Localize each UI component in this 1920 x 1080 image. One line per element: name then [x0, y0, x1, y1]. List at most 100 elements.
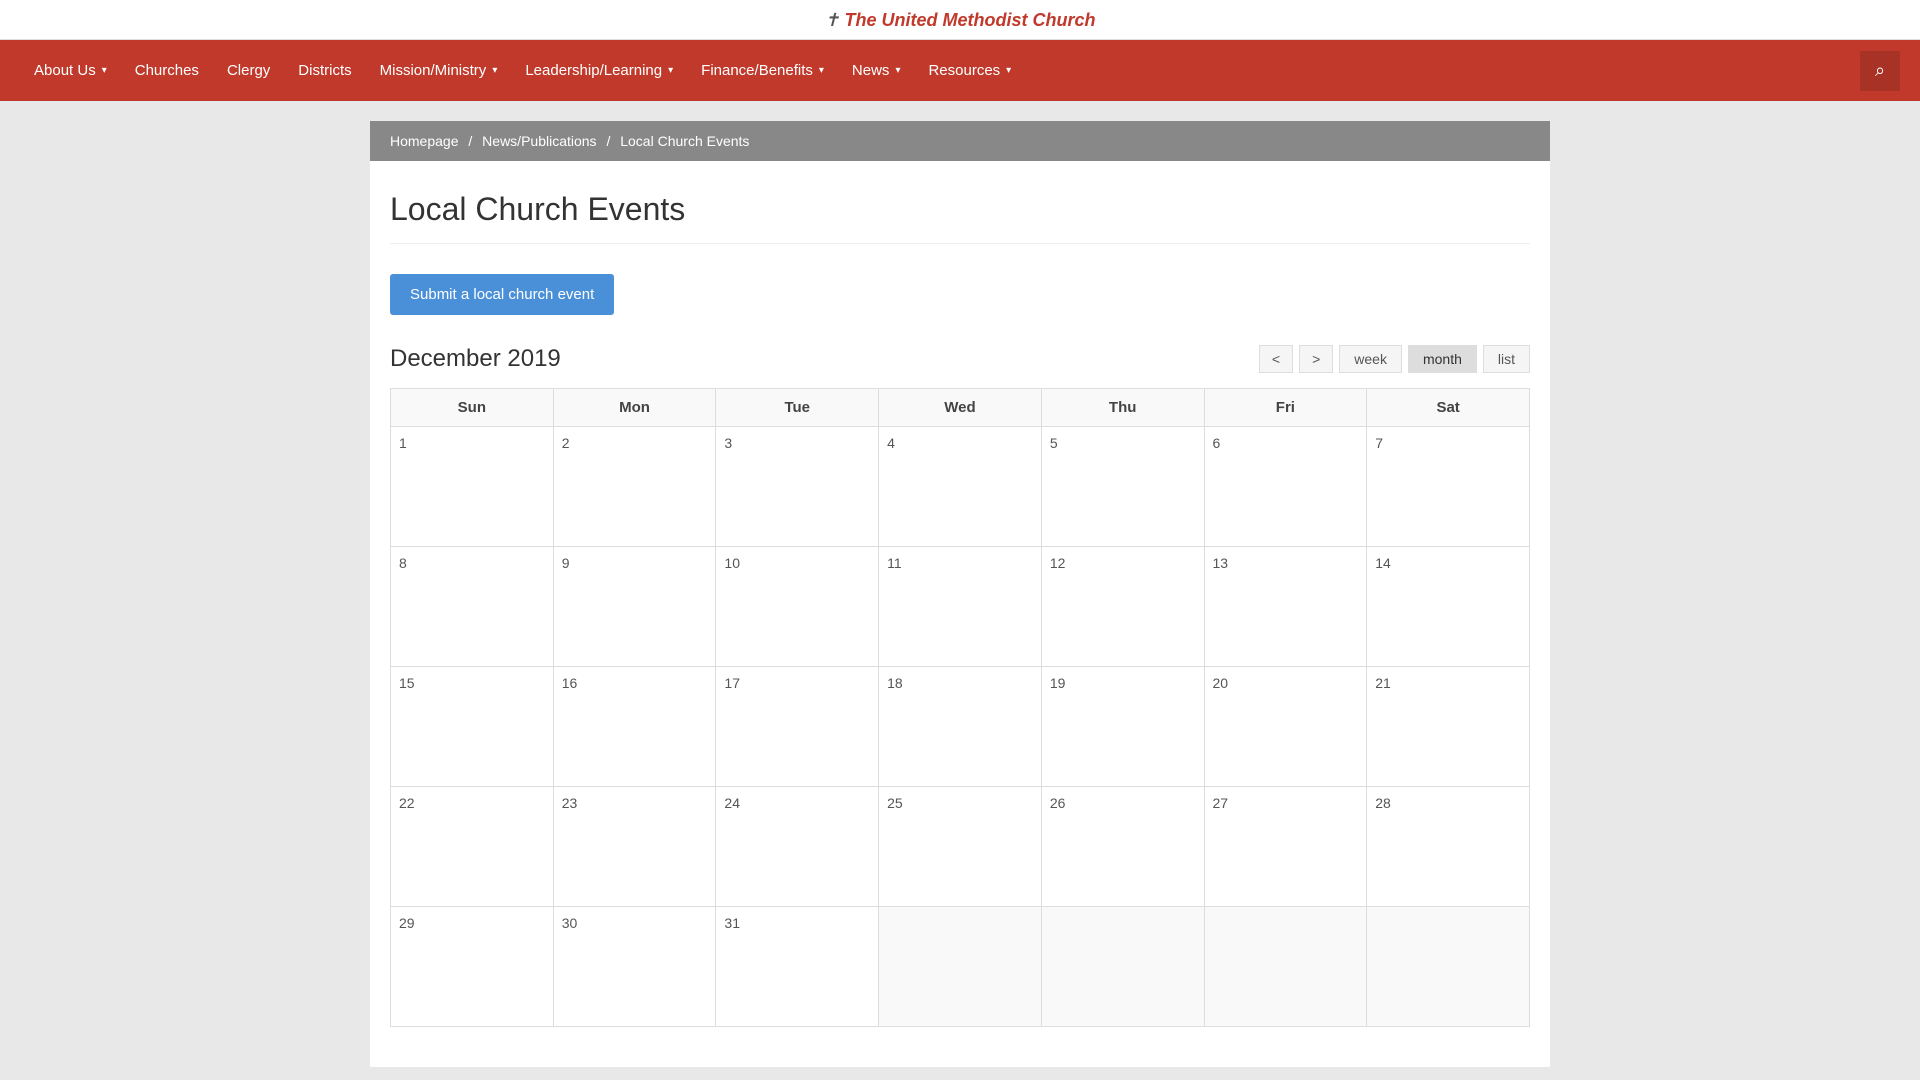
calendar-week-row-0: 1 234 567 — [391, 427, 1530, 547]
calendar-day-12[interactable]: 12 — [1041, 547, 1204, 667]
dropdown-caret-icon: ▾ — [492, 65, 497, 76]
day-number: 17 — [724, 675, 870, 691]
nav-link-clergy[interactable]: Clergy — [213, 40, 284, 101]
dropdown-caret-icon: ▾ — [102, 65, 107, 76]
day-number: 2 — [562, 435, 708, 451]
main-navigation: About Us▾ChurchesClergyDistrictsMission/… — [0, 40, 1920, 101]
day-number: 14 — [1375, 555, 1521, 571]
calendar-day-11[interactable]: 11 — [879, 547, 1042, 667]
day-number: 22 — [399, 795, 545, 811]
calendar-day-30[interactable]: 30 — [553, 907, 716, 1027]
calendar-day-17[interactable]: 17 — [716, 667, 879, 787]
calendar-day-19[interactable]: 19 — [1041, 667, 1204, 787]
calendar-day-14[interactable]: 14 — [1367, 547, 1530, 667]
calendar-week-view-button[interactable]: week — [1339, 345, 1402, 373]
submit-event-button[interactable]: Submit a local church event — [390, 274, 614, 315]
nav-link-churches[interactable]: Churches — [121, 40, 213, 101]
nav-item-leadershiplearning[interactable]: Leadership/Learning▾ — [511, 40, 687, 101]
calendar-day-6[interactable]: 6 — [1204, 427, 1367, 547]
day-number: 10 — [724, 555, 870, 571]
calendar-day-22[interactable]: 22 — [391, 787, 554, 907]
calendar-month-view-button[interactable]: month — [1408, 345, 1477, 373]
dropdown-caret-icon: ▾ — [819, 65, 824, 76]
breadcrumb-link-0[interactable]: Homepage — [390, 133, 459, 149]
day-number: 20 — [1213, 675, 1359, 691]
site-header: ✝ The United Methodist Church — [0, 0, 1920, 40]
day-number: 8 — [399, 555, 545, 571]
calendar-day-7[interactable]: 7 — [1367, 427, 1530, 547]
calendar-day-8[interactable]: 8 — [391, 547, 554, 667]
nav-item-news[interactable]: News▾ — [838, 40, 915, 101]
nav-item-aboutus[interactable]: About Us▾ — [20, 40, 121, 101]
nav-item-districts[interactable]: Districts — [284, 40, 365, 101]
calendar-day-3[interactable]: 3 — [716, 427, 879, 547]
nav-item-missionministry[interactable]: Mission/Ministry▾ — [366, 40, 512, 101]
nav-link-aboutus[interactable]: About Us▾ — [20, 40, 121, 101]
calendar-day-23[interactable]: 23 — [553, 787, 716, 907]
calendar-day-9[interactable]: 9 — [553, 547, 716, 667]
calendar-week-row-2: 15 16 17 1819 20 21 — [391, 667, 1530, 787]
day-number: 25 — [887, 795, 1033, 811]
calendar-header: December 2019 < > week month list — [390, 345, 1530, 373]
nav-item-churches[interactable]: Churches — [121, 40, 213, 101]
day-number: 27 — [1213, 795, 1359, 811]
calendar-day-20[interactable]: 20 — [1204, 667, 1367, 787]
nav-item-financebenefits[interactable]: Finance/Benefits▾ — [687, 40, 838, 101]
calendar-day-25[interactable]: 25 — [879, 787, 1042, 907]
nav-link-districts[interactable]: Districts — [284, 40, 365, 101]
calendar-week-row-1: 89 10 1112 13 14 — [391, 547, 1530, 667]
calendar-next-button[interactable]: > — [1299, 345, 1333, 373]
calendar-day-26[interactable]: 26 — [1041, 787, 1204, 907]
nav-list: About Us▾ChurchesClergyDistrictsMission/… — [20, 40, 1025, 101]
calendar-month-year: December 2019 — [390, 345, 561, 373]
breadcrumb-link-1[interactable]: News/Publications — [482, 133, 596, 149]
nav-link-missionministry[interactable]: Mission/Ministry▾ — [366, 40, 512, 101]
dropdown-caret-icon: ▾ — [1006, 65, 1011, 76]
calendar-empty-cell — [879, 907, 1042, 1027]
breadcrumb: Homepage / News/Publications / Local Chu… — [370, 121, 1550, 161]
breadcrumb-separator: / — [603, 133, 615, 149]
calendar-day-24[interactable]: 24 — [716, 787, 879, 907]
nav-link-financebenefits[interactable]: Finance/Benefits▾ — [687, 40, 838, 101]
nav-item-resources[interactable]: Resources▾ — [914, 40, 1025, 101]
calendar-list-view-button[interactable]: list — [1483, 345, 1530, 373]
nav-link-news[interactable]: News▾ — [838, 40, 915, 101]
calendar-day-21[interactable]: 21 — [1367, 667, 1530, 787]
calendar-day-18[interactable]: 18 — [879, 667, 1042, 787]
calendar-day-2[interactable]: 2 — [553, 427, 716, 547]
calendar-empty-cell — [1367, 907, 1530, 1027]
breadcrumb-link-2[interactable]: Local Church Events — [620, 133, 749, 149]
calendar-day-28[interactable]: 28 — [1367, 787, 1530, 907]
calendar-day-13[interactable]: 13 — [1204, 547, 1367, 667]
calendar-day-4[interactable]: 4 — [879, 427, 1042, 547]
day-number: 31 — [724, 915, 870, 931]
day-number: 29 — [399, 915, 545, 931]
calendar-day-10[interactable]: 10 — [716, 547, 879, 667]
day-number: 13 — [1213, 555, 1359, 571]
calendar-day-15[interactable]: 15 — [391, 667, 554, 787]
nav-item-clergy[interactable]: Clergy — [213, 40, 284, 101]
day-number: 4 — [887, 435, 1033, 451]
calendar-empty-cell — [1041, 907, 1204, 1027]
search-button[interactable]: ⌕ — [1860, 51, 1900, 91]
calendar-day-31[interactable]: 31 — [716, 907, 879, 1027]
day-number: 5 — [1050, 435, 1196, 451]
calendar-day-5[interactable]: 5 — [1041, 427, 1204, 547]
calendar-day-header-wed: Wed — [879, 389, 1042, 427]
day-number: 16 — [562, 675, 708, 691]
calendar-day-29[interactable]: 29 — [391, 907, 554, 1027]
calendar-empty-cell — [1204, 907, 1367, 1027]
calendar-day-header-sat: Sat — [1367, 389, 1530, 427]
day-number: 1 — [399, 435, 545, 451]
calendar-prev-button[interactable]: < — [1259, 345, 1293, 373]
calendar-grid: SunMonTueWedThuFriSat 123456789101112131… — [390, 388, 1530, 1027]
calendar-day-27[interactable]: 27 — [1204, 787, 1367, 907]
calendar-week-row-3: 22 2324 25 26 27 28 — [391, 787, 1530, 907]
nav-link-resources[interactable]: Resources▾ — [914, 40, 1025, 101]
calendar-week-row-4: 29 30 31 — [391, 907, 1530, 1027]
nav-link-leadershiplearning[interactable]: Leadership/Learning▾ — [511, 40, 687, 101]
calendar-day-16[interactable]: 16 — [553, 667, 716, 787]
dropdown-caret-icon: ▾ — [668, 65, 673, 76]
calendar-day-1[interactable]: 1 — [391, 427, 554, 547]
calendar-day-header-thu: Thu — [1041, 389, 1204, 427]
